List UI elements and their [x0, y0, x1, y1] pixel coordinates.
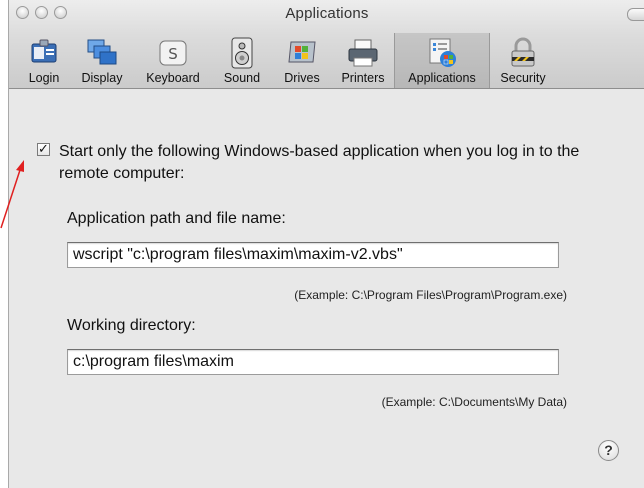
help-button[interactable]: ?	[598, 440, 619, 461]
toolbar-item-applications[interactable]: Applications	[394, 33, 490, 88]
working-directory-label: Working directory:	[67, 317, 196, 334]
toolbar-item-keyboard[interactable]: S Keyboard	[134, 33, 212, 88]
toolbar-item-label: Security	[500, 71, 546, 85]
toolbar-item-printers[interactable]: Printers	[332, 33, 394, 88]
start-app-checkbox-label: Start only the following Windows-based a…	[59, 143, 580, 182]
working-directory-example: (Example: C:\Documents\My Data)	[381, 395, 567, 409]
title-bar: Applications Login Display S Keyboard Sound D…	[9, 0, 644, 89]
toolbar-item-display[interactable]: Display	[70, 33, 134, 88]
toolbar-item-security[interactable]: Security	[490, 33, 556, 88]
keyboard-icon: S	[153, 36, 193, 70]
applications-panel: ✓ Start only the following Windows-based…	[9, 89, 644, 488]
toolbar-item-label: Login	[28, 71, 60, 85]
app-path-input[interactable]: wscript "c:\program files\maxim\maxim-v2…	[67, 242, 559, 268]
display-icon	[82, 36, 122, 70]
window-title: Applications	[285, 5, 369, 22]
printer-icon	[343, 36, 383, 70]
toolbar-item-label: Printers	[341, 71, 385, 85]
speaker-icon	[222, 36, 262, 70]
working-directory-input[interactable]: c:\program files\maxim	[67, 349, 559, 375]
preferences-toolbar: Login Display S Keyboard Sound Drives Printers…	[18, 33, 556, 88]
toolbar-item-login[interactable]: Login	[18, 33, 70, 88]
start-app-checkbox[interactable]: ✓	[37, 142, 50, 156]
toolbar-item-label: Drives	[284, 71, 320, 85]
toolbar-item-label: Sound	[223, 71, 261, 85]
app-path-label: Application path and file name:	[67, 210, 286, 227]
toolbar-item-sound[interactable]: Sound	[212, 33, 272, 88]
toolbar-item-label: Applications	[408, 71, 476, 85]
lock-icon	[503, 36, 543, 70]
toolbar-item-drives[interactable]: Drives	[272, 33, 332, 88]
toolbar-item-label: Keyboard	[146, 71, 200, 85]
preferences-window: Applications Login Display S Keyboard Sound D…	[8, 0, 644, 488]
toolbar-item-label: Display	[81, 71, 123, 85]
drive-icon	[282, 36, 322, 70]
login-icon	[24, 36, 64, 70]
svg-text:S: S	[168, 45, 178, 63]
applications-icon	[422, 36, 462, 70]
app-path-example: (Example: C:\Program Files\Program\Progr…	[294, 288, 567, 302]
toolbar-toggle-button[interactable]	[627, 8, 644, 21]
